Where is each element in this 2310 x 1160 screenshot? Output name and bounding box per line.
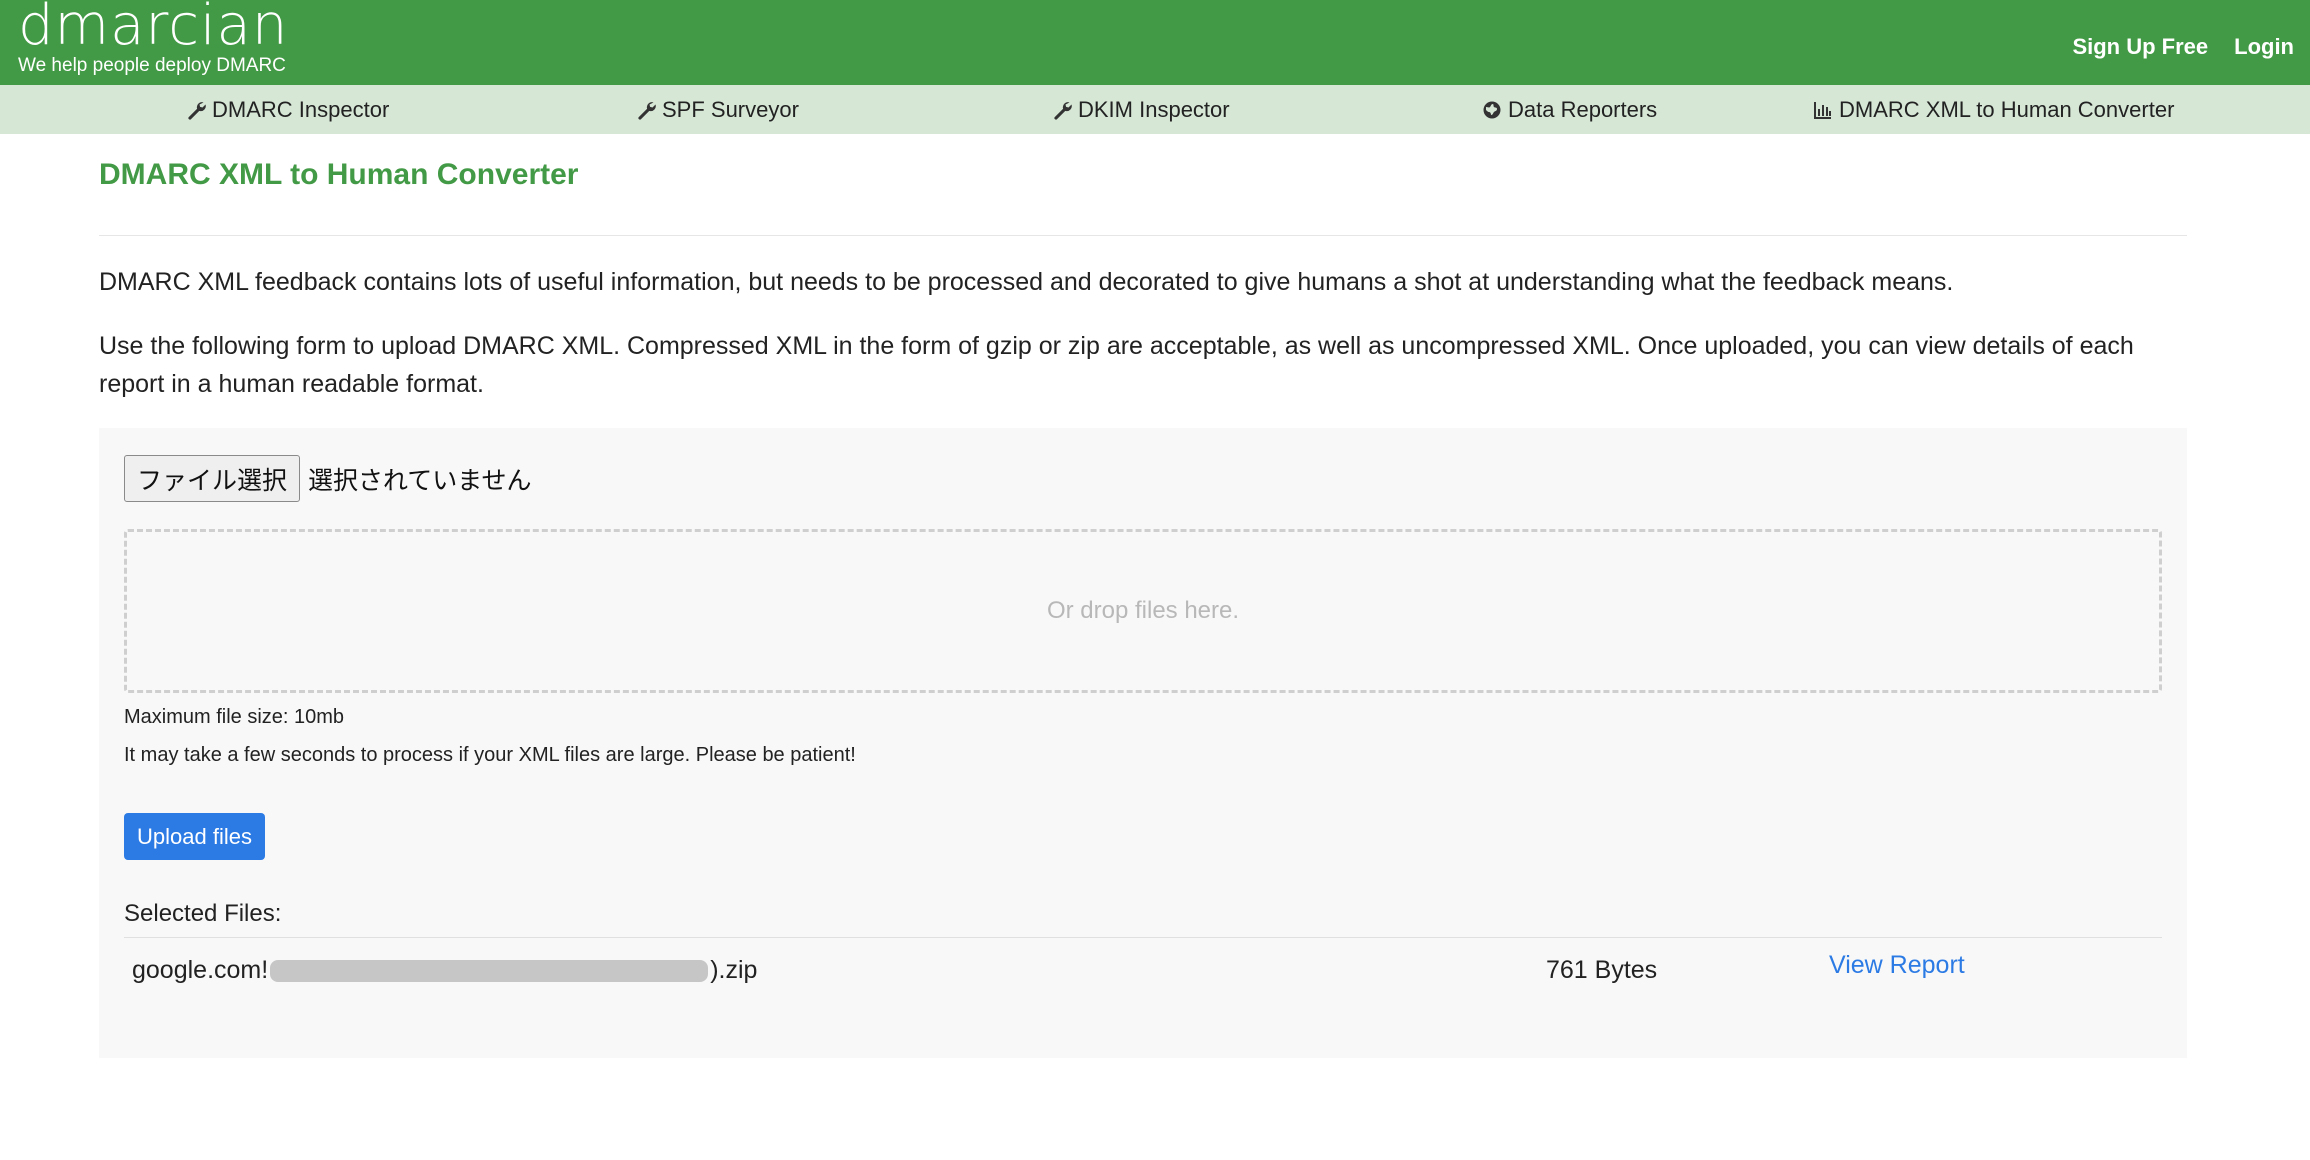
nav-item-dkim-inspector[interactable]: DKIM Inspector [1052, 97, 1230, 123]
file-input-row: ファイル選択 選択されていません [124, 455, 532, 502]
nav-item-xml-converter[interactable]: DMARC XML to Human Converter [1813, 97, 2174, 123]
nav-item-label: DMARC Inspector [212, 97, 390, 122]
bar-chart-icon [1814, 102, 1831, 119]
nav-item-label: SPF Surveyor [662, 97, 799, 122]
wrench-icon [188, 102, 206, 120]
file-name: google.com! ).zip [132, 956, 757, 985]
redacted-text [270, 959, 709, 982]
selected-files-label: Selected Files: [124, 900, 282, 927]
table-row: google.com! ).zip 761 Bytes View Report [124, 938, 2162, 1008]
instructions-paragraph: Use the following form to upload DMARC X… [99, 332, 2134, 398]
page-title: DMARC XML to Human Converter [99, 158, 579, 191]
file-name-suffix: ).zip [710, 956, 758, 984]
logo-text: dmarcian [18, 0, 289, 58]
dmarcian-logo[interactable]: dmarcian [18, 0, 318, 58]
nav-item-spf-surveyor[interactable]: SPF Surveyor [636, 97, 799, 123]
wrench-icon [638, 102, 656, 120]
file-size: 761 Bytes [1546, 956, 1658, 984]
nav-item-dmarc-inspector[interactable]: DMARC Inspector [186, 97, 389, 123]
tagline: We help people deploy DMARC [18, 55, 286, 76]
login-link[interactable]: Login [2234, 34, 2294, 60]
wrench-icon [1054, 102, 1072, 120]
site-header: dmarcian We help people deploy DMARC Sig… [0, 0, 2310, 85]
choose-file-button[interactable]: ファイル選択 [124, 455, 301, 502]
file-name-prefix: google.com! [132, 956, 269, 984]
dropzone-text: Or drop files here. [1046, 597, 1240, 624]
tools-navbar: DMARC Inspector SPF Surveyor DKIM Inspec… [0, 85, 2310, 134]
nav-item-label: DMARC XML to Human Converter [1839, 97, 2175, 122]
globe-icon [1483, 101, 1501, 119]
top-links: Sign Up Free Login [2072, 34, 2294, 60]
max-file-size-note: Maximum file size: 10mb [124, 706, 345, 728]
patience-note: It may take a few seconds to process if … [124, 744, 856, 766]
nav-item-data-reporters[interactable]: Data Reporters [1482, 97, 1657, 123]
sign-up-link[interactable]: Sign Up Free [2072, 34, 2208, 60]
intro-paragraph: DMARC XML feedback contains lots of usef… [99, 268, 1954, 296]
file-status-text: 選択されていません [308, 465, 532, 495]
file-dropzone[interactable]: Or drop files here. [124, 529, 2162, 693]
view-report-link[interactable]: View Report [1829, 951, 1965, 980]
nav-item-label: Data Reporters [1508, 97, 1658, 122]
title-divider [99, 235, 2187, 236]
nav-item-label: DKIM Inspector [1078, 97, 1230, 122]
upload-panel: ファイル選択 選択されていません Or drop files here. Max… [99, 428, 2187, 1058]
upload-files-button[interactable]: Upload files [124, 813, 265, 860]
